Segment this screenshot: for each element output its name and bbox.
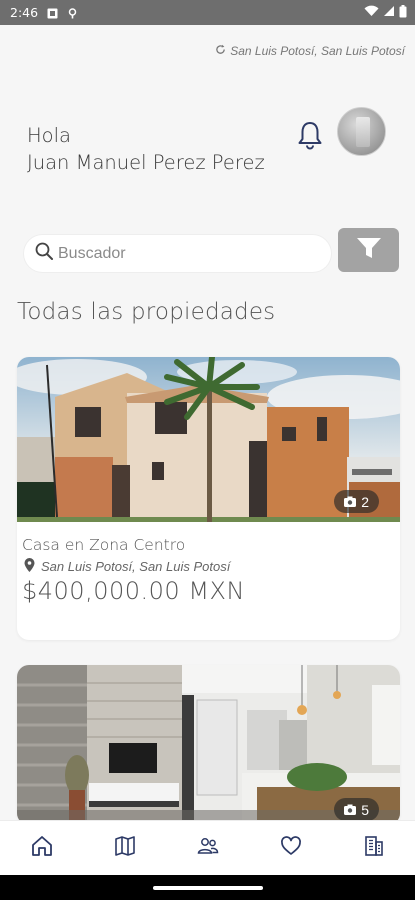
system-gesture-bar <box>0 875 415 900</box>
home-icon <box>30 834 54 863</box>
current-location[interactable]: San Luis Potosí, San Luis Potosí <box>215 44 405 58</box>
wifi-icon <box>364 5 379 20</box>
camera-icon <box>344 802 357 818</box>
status-right-icons <box>364 4 407 21</box>
photo-count: 5 <box>361 801 369 818</box>
battery-icon <box>399 4 407 21</box>
photo-count: 2 <box>361 493 369 510</box>
notification-icon <box>47 7 58 19</box>
favorites-icon <box>279 834 303 863</box>
signal-icon <box>383 5 395 20</box>
section-title: Todas las propiedades <box>17 299 276 325</box>
property-photo[interactable]: 5 <box>17 665 400 825</box>
buildings-icon <box>362 834 386 863</box>
app-screen: 2:46 San Luis Potosí, San Luis Potosí Ho… <box>0 0 415 900</box>
user-name: Juan Manuel Perez Perez <box>27 151 265 174</box>
property-card[interactable]: 2 Casa en Zona Centro San Luis Potosí, S… <box>17 357 400 640</box>
map-icon <box>113 834 137 863</box>
photo-count-badge: 5 <box>334 798 379 821</box>
search-bar[interactable] <box>24 235 331 272</box>
property-card[interactable]: 5 <box>17 665 400 825</box>
filter-button[interactable] <box>338 228 399 272</box>
home-gesture-handle[interactable] <box>153 886 263 890</box>
camera-icon <box>344 494 357 510</box>
nav-favorites[interactable] <box>266 828 316 868</box>
property-price: $400,000.00 MXN <box>22 577 245 605</box>
avatar-image <box>356 117 370 147</box>
search-icon <box>34 241 54 266</box>
nav-map[interactable] <box>100 828 150 868</box>
bottom-navigation <box>0 820 415 875</box>
property-location-label: San Luis Potosí, San Luis Potosí <box>41 559 231 574</box>
photo-count-badge: 2 <box>334 490 379 513</box>
greeting: Hola Juan Manuel Perez Perez <box>27 122 267 176</box>
greeting-hello: Hola <box>27 124 71 147</box>
people-icon <box>196 834 220 863</box>
filter-icon <box>355 235 383 266</box>
location-pin-icon <box>22 558 35 575</box>
search-input[interactable] <box>58 244 308 263</box>
status-time: 2:46 <box>10 5 39 20</box>
vpn-icon <box>67 7 78 19</box>
location-label: San Luis Potosí, San Luis Potosí <box>230 44 405 58</box>
nav-buildings[interactable] <box>349 828 399 868</box>
location-refresh-icon <box>215 44 226 58</box>
nav-home[interactable] <box>17 828 67 868</box>
nav-people[interactable] <box>183 828 233 868</box>
property-photo[interactable]: 2 <box>17 357 400 522</box>
avatar[interactable] <box>337 107 386 156</box>
property-info: Casa en Zona Centro San Luis Potosí, San… <box>17 522 400 605</box>
bell-icon <box>296 122 324 154</box>
status-bar: 2:46 <box>0 0 415 25</box>
property-title: Casa en Zona Centro <box>22 536 186 554</box>
property-location: San Luis Potosí, San Luis Potosí <box>22 558 394 575</box>
notifications-button[interactable] <box>296 120 324 150</box>
